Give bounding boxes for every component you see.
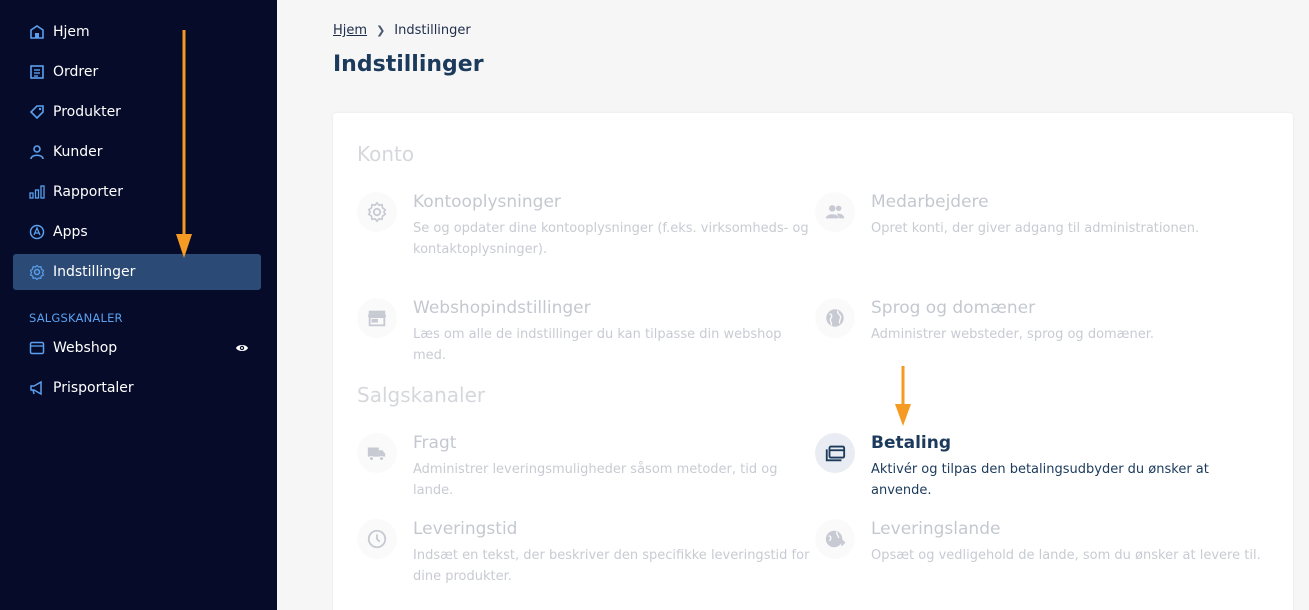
sidebar-item-hjem[interactable]: Hjem [13, 14, 261, 50]
setting-description: Opsæt og vedligehold de lande, som du øn… [871, 548, 1261, 563]
setting-title: Sprog og domæner [871, 298, 1036, 318]
sidebar-item-label: Prisportaler [53, 380, 134, 396]
settings-card: Konto Kontooplysninger Se og opdater din… [333, 113, 1293, 610]
megaphone-icon [29, 380, 45, 396]
globe-arrow-icon [815, 519, 855, 559]
setting-title: Fragt [413, 433, 457, 453]
gear-icon [357, 192, 397, 232]
payment-icon [815, 433, 855, 473]
clock-icon [357, 519, 397, 559]
sidebar-item-label: Produkter [53, 104, 121, 120]
globe-icon [815, 298, 855, 338]
setting-title: Leveringstid [413, 519, 518, 539]
group-title-salgskanaler: Salgskanaler [357, 383, 486, 407]
setting-description: Læs om alle de indstillinger du kan tilp… [413, 327, 782, 363]
sidebar: Hjem Ordrer Produkter Kunder Rapporter A… [0, 0, 277, 610]
sidebar-item-label: Ordrer [53, 64, 99, 80]
sidebar-item-label: Indstillinger [53, 264, 136, 280]
setting-description: Opret konti, der giver adgang til admini… [871, 221, 1200, 236]
sidebar-item-webshop[interactable]: Webshop [13, 330, 261, 366]
sidebar-item-prisportaler[interactable]: Prisportaler [13, 370, 261, 406]
breadcrumb-home-link[interactable]: Hjem [333, 23, 367, 38]
setting-description: Administrer websteder, sprog og domæner. [871, 327, 1154, 342]
setting-title: Betaling [871, 433, 952, 453]
group-title-konto: Konto [357, 142, 415, 166]
sidebar-item-label: Apps [53, 224, 88, 240]
setting-description: Indsæt en tekst, der beskriver den speci… [413, 548, 810, 584]
setting-description: Aktivér og tilpas den betalingsudbyder d… [871, 462, 1209, 498]
gear-icon [29, 264, 45, 280]
breadcrumb: Hjem ❯ Indstillinger [333, 23, 471, 38]
sidebar-item-produkter[interactable]: Produkter [13, 94, 261, 130]
setting-description: Se og opdater dine kontooplysninger (f.e… [413, 221, 809, 257]
sidebar-item-label: Webshop [53, 340, 118, 356]
store-icon [29, 340, 45, 356]
setting-title: Medarbejdere [871, 192, 989, 212]
section-label-salgskanaler: SALGSKANALER [29, 311, 123, 325]
apps-icon [29, 224, 45, 240]
chevron-right-icon: ❯ [376, 24, 386, 37]
breadcrumb-current: Indstillinger [394, 23, 471, 38]
setting-title: Webshopindstillinger [413, 298, 591, 318]
truck-icon [357, 433, 397, 473]
setting-title: Leveringslande [871, 519, 1001, 539]
sidebar-item-rapporter[interactable]: Rapporter [13, 174, 261, 210]
sidebar-item-indstillinger[interactable]: Indstillinger [13, 254, 261, 290]
annotation-arrow-icon [176, 30, 192, 258]
sidebar-item-label: Kunder [53, 144, 103, 160]
tag-icon [29, 104, 45, 120]
orders-icon [29, 64, 45, 80]
annotation-arrow-icon [895, 366, 911, 426]
home-icon [29, 24, 45, 40]
page-title: Indstillinger [333, 52, 484, 77]
sidebar-item-label: Hjem [53, 24, 90, 40]
sidebar-item-ordrer[interactable]: Ordrer [13, 54, 261, 90]
user-icon [29, 144, 45, 160]
setting-description: Administrer leveringsmuligheder såsom me… [413, 462, 778, 498]
bar-chart-icon [29, 184, 45, 200]
eye-icon[interactable] [235, 341, 249, 355]
sidebar-item-kunder[interactable]: Kunder [13, 134, 261, 170]
store-icon [357, 298, 397, 338]
sidebar-item-apps[interactable]: Apps [13, 214, 261, 250]
sidebar-item-label: Rapporter [53, 184, 123, 200]
people-icon [815, 192, 855, 232]
setting-title: Kontooplysninger [413, 192, 561, 212]
